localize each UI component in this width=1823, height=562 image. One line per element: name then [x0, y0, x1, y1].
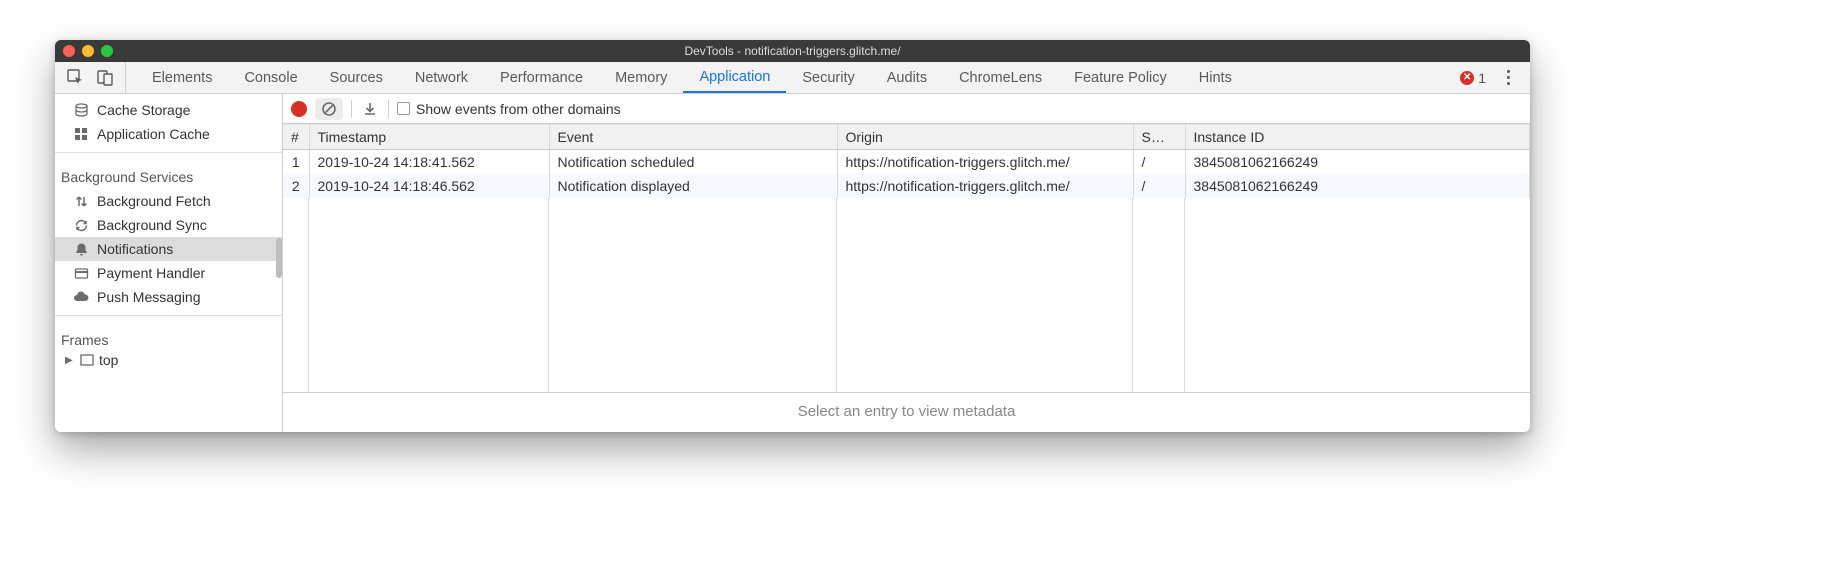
- tab-sources[interactable]: Sources: [314, 62, 399, 93]
- window-close-button[interactable]: [63, 45, 75, 57]
- database-icon: [73, 102, 89, 118]
- devtools-window: DevTools - notification-triggers.glitch.…: [55, 40, 1530, 432]
- sidebar-item-notifications[interactable]: Notifications: [55, 237, 282, 261]
- sidebar-scrollbar[interactable]: [276, 94, 282, 432]
- sidebar-item-label: Background Sync: [97, 217, 207, 233]
- tab-console[interactable]: Console: [228, 62, 313, 93]
- sidebar-item-label: Application Cache: [97, 126, 210, 142]
- events-toolbar: Show events from other domains: [283, 94, 1530, 124]
- cell-instance: 3845081062166249: [1185, 174, 1530, 198]
- col-header-event[interactable]: Event: [549, 125, 837, 150]
- events-table: # Timestamp Event Origin SW … Instance I…: [283, 124, 1530, 432]
- sidebar-item-label: Payment Handler: [97, 265, 205, 281]
- checkbox-icon: [397, 102, 410, 115]
- sync-icon: [73, 217, 89, 233]
- error-count-badge[interactable]: ✕ 1: [1460, 70, 1486, 86]
- sidebar-item-push-messaging[interactable]: Push Messaging: [55, 285, 282, 309]
- clear-button[interactable]: [315, 98, 343, 120]
- tab-security[interactable]: Security: [786, 62, 870, 93]
- tab-audits[interactable]: Audits: [871, 62, 943, 93]
- tab-feature-policy[interactable]: Feature Policy: [1058, 62, 1183, 93]
- devtools-tabbar: ElementsConsoleSourcesNetworkPerformance…: [55, 62, 1530, 94]
- tab-memory[interactable]: Memory: [599, 62, 683, 93]
- cloud-icon: [73, 289, 89, 305]
- bell-icon: [73, 241, 89, 257]
- error-count: 1: [1478, 70, 1486, 86]
- metadata-placeholder: Select an entry to view metadata: [283, 392, 1530, 432]
- tab-elements[interactable]: Elements: [136, 62, 228, 93]
- more-menu-icon[interactable]: [1498, 68, 1518, 88]
- window-title: DevTools - notification-triggers.glitch.…: [55, 44, 1530, 58]
- cell-origin: https://notification-triggers.glitch.me/: [837, 150, 1133, 175]
- device-toolbar-icon[interactable]: [95, 68, 115, 88]
- table-empty-area: [283, 198, 1530, 392]
- col-header-timestamp[interactable]: Timestamp: [309, 125, 549, 150]
- cell-n: 2: [283, 174, 309, 198]
- disclosure-triangle-icon[interactable]: ▶: [65, 355, 75, 366]
- col-header-sw-scope[interactable]: SW …: [1133, 125, 1185, 150]
- cell-timestamp: 2019-10-24 14:18:46.562: [309, 174, 549, 198]
- window-maximize-button[interactable]: [101, 45, 113, 57]
- sidebar-section-background-services: Background Services: [55, 165, 282, 189]
- tab-performance[interactable]: Performance: [484, 62, 599, 93]
- sidebar-item-payment-handler[interactable]: Payment Handler: [55, 261, 282, 285]
- tab-application[interactable]: Application: [683, 62, 786, 93]
- cell-origin: https://notification-triggers.glitch.me/: [837, 174, 1133, 198]
- application-sidebar: Cache Storage Application Cache Backgroun…: [55, 94, 283, 432]
- table-row[interactable]: 12019-10-24 14:18:41.562Notification sch…: [283, 150, 1530, 175]
- col-header-index[interactable]: #: [283, 125, 309, 150]
- transfer-icon: [73, 193, 89, 209]
- window-titlebar: DevTools - notification-triggers.glitch.…: [55, 40, 1530, 62]
- col-header-instance-id[interactable]: Instance ID: [1185, 125, 1530, 150]
- cell-instance: 3845081062166249: [1185, 150, 1530, 175]
- sidebar-item-application-cache[interactable]: Application Cache: [55, 122, 282, 146]
- cell-event: Notification displayed: [549, 174, 837, 198]
- error-icon: ✕: [1460, 71, 1474, 85]
- sidebar-item-label: Notifications: [97, 241, 173, 257]
- sidebar-item-cache-storage[interactable]: Cache Storage: [55, 98, 282, 122]
- record-button[interactable]: [291, 101, 307, 117]
- sidebar-section-frames: Frames: [55, 328, 282, 352]
- checkbox-label: Show events from other domains: [416, 101, 621, 117]
- sidebar-item-background-sync[interactable]: Background Sync: [55, 213, 282, 237]
- table-row[interactable]: 22019-10-24 14:18:46.562Notification dis…: [283, 174, 1530, 198]
- cell-n: 1: [283, 150, 309, 175]
- sidebar-divider: [55, 315, 282, 316]
- cell-event: Notification scheduled: [549, 150, 837, 175]
- grid-icon: [73, 126, 89, 142]
- save-events-button[interactable]: [360, 99, 380, 119]
- toolbar-separator: [351, 100, 352, 118]
- tab-chromelens[interactable]: ChromeLens: [943, 62, 1058, 93]
- col-header-origin[interactable]: Origin: [837, 125, 1133, 150]
- card-icon: [73, 265, 89, 281]
- traffic-lights: [63, 45, 113, 57]
- main-panel: Show events from other domains # Timesta…: [283, 94, 1530, 432]
- window-minimize-button[interactable]: [82, 45, 94, 57]
- sidebar-item-background-fetch[interactable]: Background Fetch: [55, 189, 282, 213]
- tab-hints[interactable]: Hints: [1183, 62, 1248, 93]
- sidebar-item-label: Cache Storage: [97, 102, 190, 118]
- table-header-row: # Timestamp Event Origin SW … Instance I…: [283, 125, 1530, 150]
- cell-sw: /: [1133, 174, 1185, 198]
- cell-timestamp: 2019-10-24 14:18:41.562: [309, 150, 549, 175]
- frame-icon: [79, 352, 95, 368]
- frame-tree-item[interactable]: ▶ top: [55, 352, 282, 368]
- sidebar-divider: [55, 152, 282, 153]
- sidebar-item-label: Push Messaging: [97, 289, 201, 305]
- cell-sw: /: [1133, 150, 1185, 175]
- sidebar-item-label: Background Fetch: [97, 193, 211, 209]
- toolbar-separator: [388, 100, 389, 118]
- tab-network[interactable]: Network: [399, 62, 484, 93]
- frame-label: top: [99, 352, 118, 368]
- inspect-element-icon[interactable]: [65, 68, 85, 88]
- show-other-domains-checkbox[interactable]: Show events from other domains: [397, 101, 621, 117]
